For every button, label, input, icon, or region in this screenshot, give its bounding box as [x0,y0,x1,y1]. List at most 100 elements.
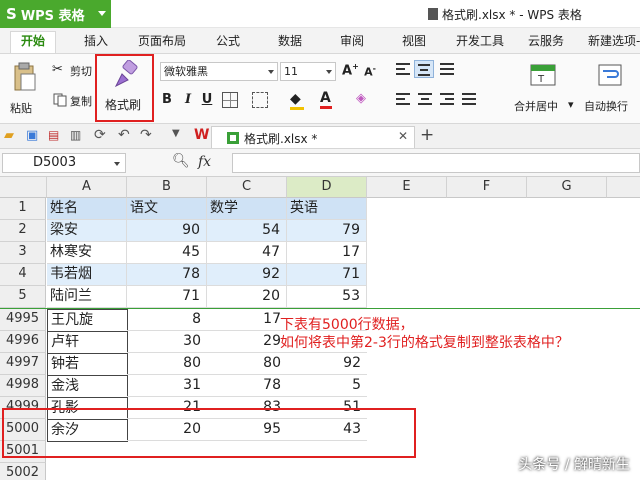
row-header[interactable]: 3 [0,242,46,264]
row-header[interactable]: 4998 [0,375,46,397]
cut-button[interactable]: ✂ 剪切 [52,62,96,80]
cell-style-icon[interactable] [252,92,268,108]
tab-new-options[interactable]: 新建选项- [588,32,640,54]
table-cell[interactable]: 5 [287,375,367,397]
fill-color-icon[interactable]: ◆ [290,91,304,110]
paste-button[interactable]: 粘贴 [6,60,44,118]
zoom-search-icon[interactable]: 🔍︎ [172,153,190,169]
table-cell[interactable]: 英语 [287,198,367,220]
open-folder-icon[interactable]: ▰ [4,128,14,143]
clear-format-icon[interactable]: ◈ [356,91,366,106]
table-cell[interactable]: 金浅 [47,375,128,398]
tab-home[interactable]: 开始 [10,31,57,53]
column-header[interactable]: E [367,177,447,198]
align-top-left-icon[interactable] [396,62,412,76]
table-cell[interactable]: 姓名 [47,198,127,220]
tab-cloud[interactable]: 云服务 [528,32,564,54]
table-cell[interactable]: 54 [207,220,287,242]
table-cell[interactable]: 78 [207,375,287,397]
table-cell[interactable]: 71 [127,286,207,308]
table-cell[interactable]: 17 [287,242,367,264]
table-cell[interactable]: 29 [207,331,287,353]
wps-w-icon[interactable]: W [194,127,209,143]
column-header[interactable]: G [527,177,607,198]
table-cell[interactable]: 韦若烟 [47,264,127,286]
align-left-icon[interactable] [396,92,412,106]
spreadsheet-grid[interactable]: A B C D E F G 1 姓名 语文 数学 英语 2 梁安 90 54 7… [0,177,640,480]
close-icon[interactable]: ✕ [398,129,408,143]
undo-icon[interactable]: ↶ [118,127,130,143]
align-bottom-icon[interactable] [440,62,456,76]
row-header[interactable]: 4995 [0,309,46,331]
table-cell[interactable]: 45 [127,242,207,264]
table-cell[interactable]: 71 [287,264,367,286]
chevron-down-icon[interactable]: ▼ [172,128,180,139]
align-center-middle-icon[interactable] [414,60,434,78]
table-cell[interactable]: 王凡旋 [47,309,128,332]
border-icon[interactable] [222,92,238,108]
table-cell[interactable]: 31 [127,375,207,397]
underline-button[interactable]: U [200,92,214,107]
table-cell[interactable]: 钟若 [47,353,128,376]
document-tab[interactable]: 格式刷.xlsx * ✕ [211,126,415,148]
table-cell[interactable]: 17 [207,309,287,331]
column-header[interactable] [607,177,640,198]
font-color-icon[interactable]: A [320,90,332,109]
table-cell[interactable]: 92 [287,353,367,375]
tab-developer[interactable]: 开发工具 [456,32,504,54]
table-cell[interactable]: 80 [207,353,287,375]
merge-center-button[interactable]: T 合并居中 ▾ [512,58,578,118]
italic-button[interactable]: I [181,92,195,107]
print-icon[interactable]: ▥ [70,128,81,142]
tab-data[interactable]: 数据 [278,32,302,54]
table-cell[interactable]: 20 [207,286,287,308]
tab-formulas[interactable]: 公式 [216,32,240,54]
row-header[interactable]: 4997 [0,353,46,375]
table-cell[interactable]: 78 [127,264,207,286]
justify-icon[interactable] [462,92,478,106]
bold-button[interactable]: B [160,92,174,107]
table-cell[interactable]: 语文 [127,198,207,220]
new-tab-button[interactable]: + [420,125,434,145]
table-cell[interactable]: 8 [127,309,207,331]
increase-font-icon[interactable]: A+ [342,62,359,78]
table-cell[interactable]: 80 [127,353,207,375]
table-cell[interactable]: 79 [287,220,367,242]
refresh-icon[interactable]: ⟳ [94,127,106,143]
tab-view[interactable]: 视图 [402,32,426,54]
app-menu-button[interactable]: S WPS 表格 [0,0,111,28]
table-cell[interactable]: 林寒安 [47,242,127,264]
table-cell[interactable]: 92 [207,264,287,286]
row-header[interactable]: 4996 [0,331,46,353]
table-cell[interactable]: 53 [287,286,367,308]
row-header[interactable]: 4 [0,264,46,286]
align-right-icon[interactable] [440,92,456,106]
select-all-corner[interactable] [0,177,47,198]
tab-review[interactable]: 审阅 [340,32,364,54]
tab-page-layout[interactable]: 页面布局 [138,32,186,54]
row-header[interactable]: 5002 [0,463,46,480]
column-header[interactable]: B [127,177,207,198]
font-name-select[interactable]: 微软雅黑 [160,62,278,81]
table-cell[interactable]: 47 [207,242,287,264]
name-box[interactable]: D5003 [2,153,126,173]
table-cell[interactable]: 梁安 [47,220,127,242]
save-icon[interactable]: ▣ [26,128,38,143]
print-preview-icon[interactable]: ▤ [48,128,59,142]
column-header-selected[interactable]: D [287,177,367,198]
row-header[interactable]: 5 [0,286,46,308]
row-header[interactable]: 2 [0,220,46,242]
table-cell[interactable]: 90 [127,220,207,242]
formula-input[interactable] [232,153,640,173]
column-header[interactable]: C [207,177,287,198]
column-header[interactable]: A [47,177,127,198]
column-header[interactable]: F [447,177,527,198]
table-cell[interactable]: 卢轩 [47,331,128,354]
copy-button[interactable]: 复制 [52,92,96,110]
table-cell[interactable]: 陆问兰 [47,286,127,308]
row-header[interactable]: 1 [0,198,46,220]
table-cell[interactable]: 数学 [207,198,287,220]
fx-icon[interactable]: fx [198,154,211,170]
decrease-font-icon[interactable]: A- [362,64,378,79]
font-size-select[interactable]: 11 [280,62,336,81]
